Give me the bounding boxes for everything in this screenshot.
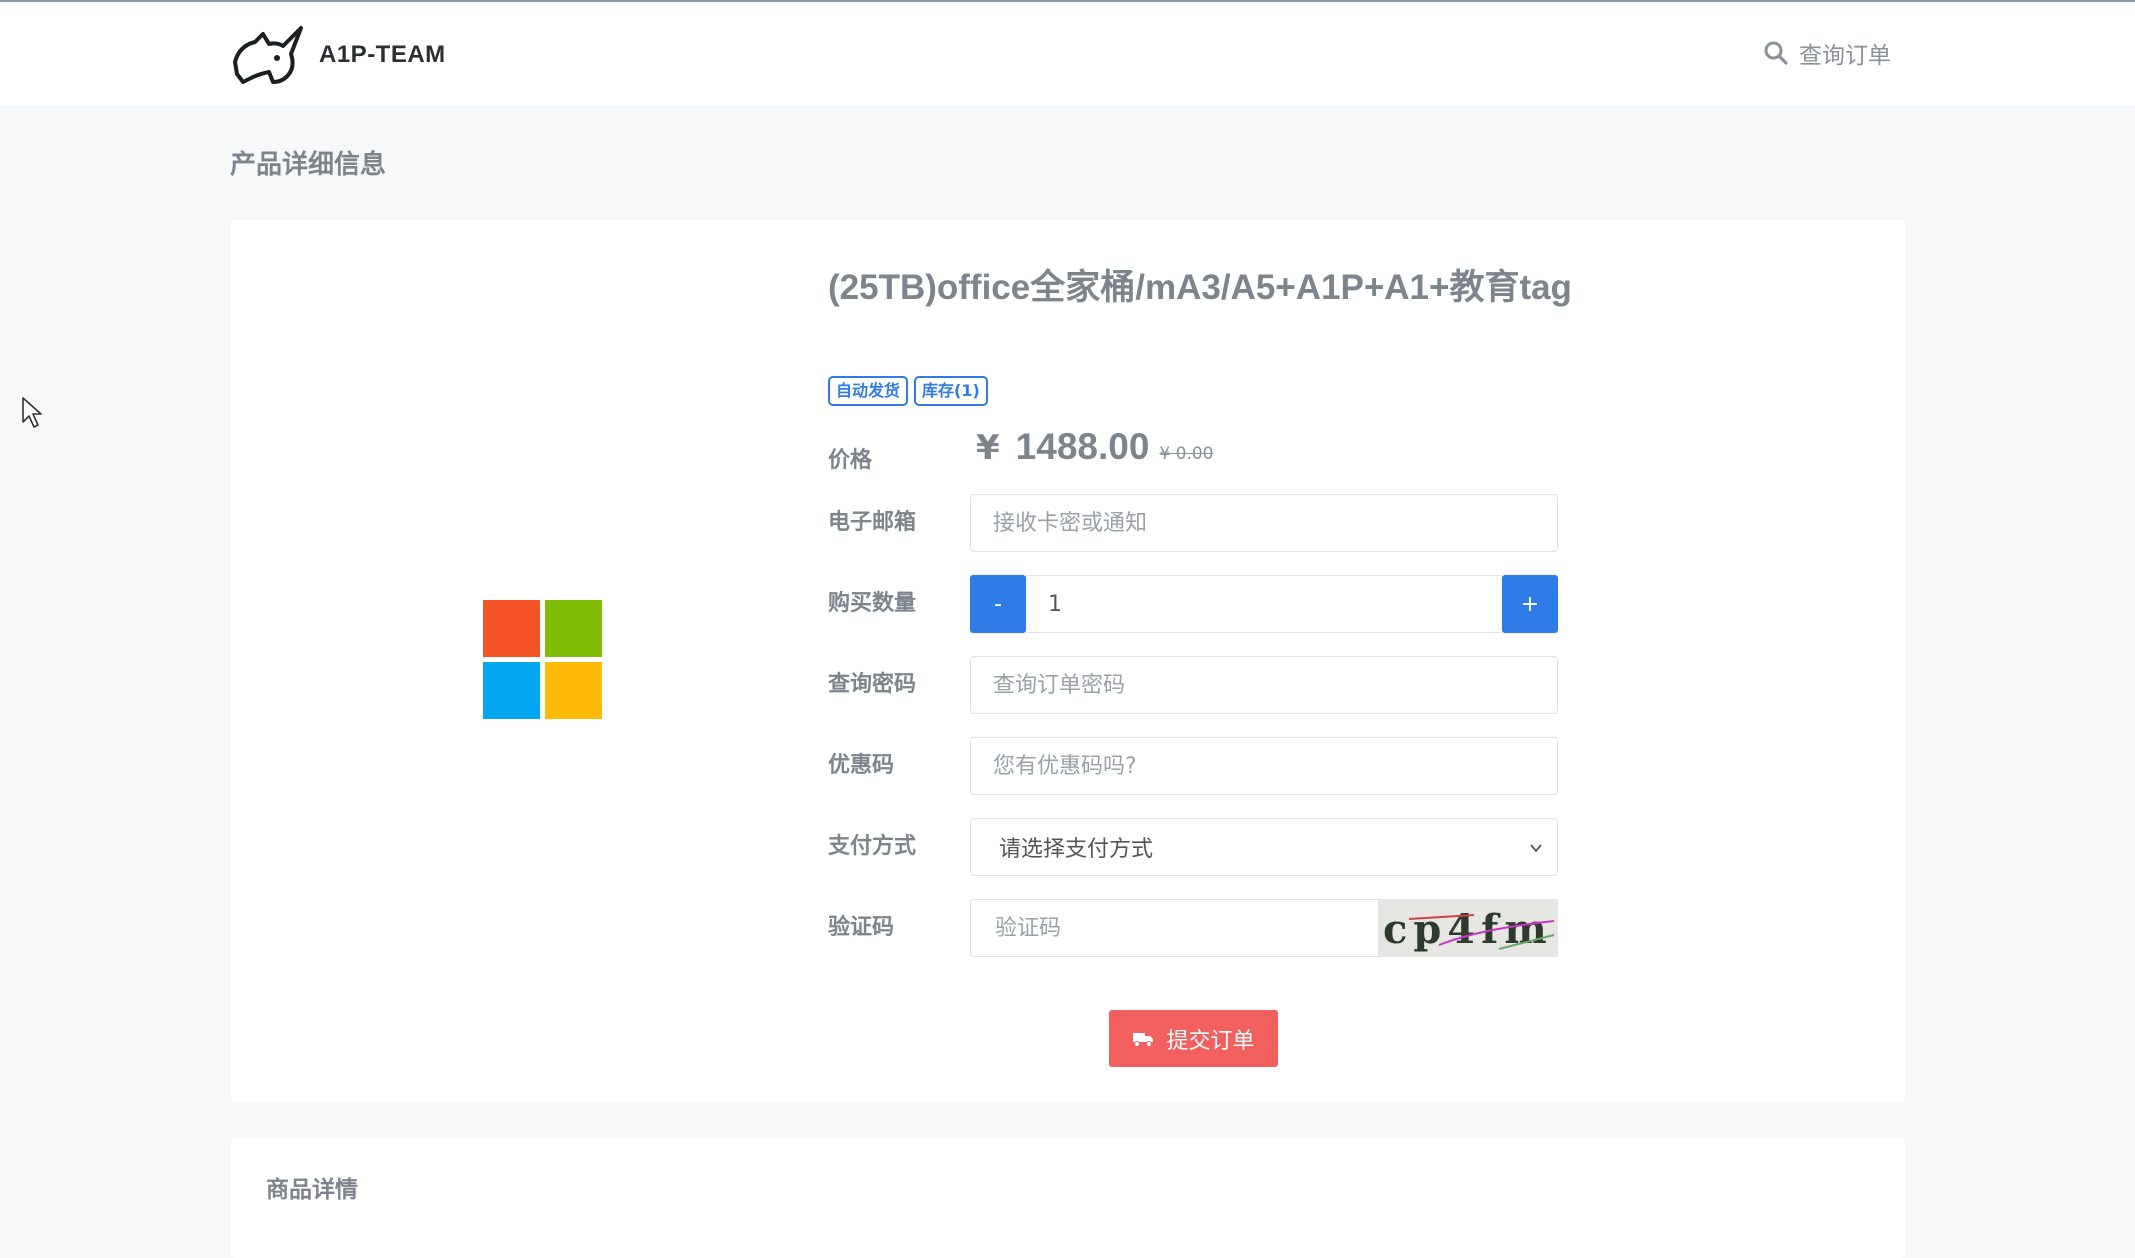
product-title: (25TB)office全家桶/mA3/A5+A1P+A1+教育tag: [828, 268, 1572, 307]
logo-square-green: [545, 600, 602, 657]
quantity-label: 购买数量: [828, 591, 917, 616]
coupon-field[interactable]: [970, 737, 1558, 795]
coupon-input[interactable]: [993, 738, 1557, 794]
query-orders-link[interactable]: 查询订单: [1763, 36, 1891, 70]
payment-method-value: 请选择支付方式: [999, 837, 1154, 862]
product-details-card: 商品详情: [231, 1138, 1905, 1258]
mouse-cursor-icon: [22, 397, 42, 428]
brand[interactable]: A1P-TEAM: [229, 22, 446, 88]
captcha-label: 验证码: [828, 915, 895, 940]
quantity-stepper: - 1 +: [970, 575, 1558, 633]
price-currency: ¥: [976, 428, 1000, 468]
product-card: (25TB)office全家桶/mA3/A5+A1P+A1+教育tag 自动发货…: [231, 220, 1905, 1102]
price: ¥ 1488.00 ¥ 0.00: [976, 426, 1214, 468]
original-price: ¥ 0.00: [1159, 444, 1214, 464]
email-label: 电子邮箱: [828, 510, 917, 535]
truck-icon: [1133, 1032, 1154, 1047]
quantity-increase-button[interactable]: +: [1502, 575, 1558, 633]
brand-name: A1P-TEAM: [319, 41, 446, 68]
captcha-image[interactable]: cp4fm: [1379, 899, 1558, 957]
email-field[interactable]: [970, 494, 1558, 552]
query-password-input[interactable]: [993, 657, 1557, 713]
quantity-decrease-button[interactable]: -: [970, 575, 1026, 633]
payment-method-label: 支付方式: [828, 834, 917, 859]
captcha-graphic: cp4fm: [1379, 899, 1558, 957]
payment-method-select[interactable]: 请选择支付方式: [970, 818, 1558, 876]
logo-square-blue: [483, 662, 540, 719]
price-value: 1488.00: [1015, 426, 1150, 467]
query-orders-label: 查询订单: [1799, 43, 1891, 69]
microsoft-logo-icon: [483, 600, 605, 722]
submit-order-label: 提交订单: [1166, 1028, 1255, 1054]
logo-square-yellow: [545, 662, 602, 719]
captcha-group: cp4fm: [970, 899, 1558, 957]
query-password-label: 查询密码: [828, 672, 917, 697]
search-icon: [1764, 41, 1788, 65]
page-title: 产品详细信息: [230, 150, 387, 180]
price-label: 价格: [828, 448, 873, 473]
stock-badge: 库存(1): [914, 376, 988, 406]
coupon-label: 优惠码: [828, 753, 895, 778]
query-password-field[interactable]: [970, 656, 1558, 714]
chevron-down-icon: [1530, 844, 1542, 853]
quantity-input[interactable]: 1: [1026, 575, 1502, 633]
unicorn-logo-icon: [233, 26, 303, 84]
product-details-title: 商品详情: [266, 1177, 358, 1203]
email-input[interactable]: [993, 495, 1557, 551]
captcha-input[interactable]: [993, 914, 1378, 942]
submit-order-button[interactable]: 提交订单: [1109, 1010, 1278, 1067]
auto-delivery-badge: 自动发货: [828, 376, 909, 406]
navbar: A1P-TEAM 查询订单: [0, 2, 2135, 106]
captcha-field[interactable]: [970, 899, 1379, 957]
captcha-text: cp4fm: [1383, 906, 1553, 953]
product-badges: 自动发货 库存(1): [828, 376, 988, 406]
logo-square-red: [483, 600, 540, 657]
